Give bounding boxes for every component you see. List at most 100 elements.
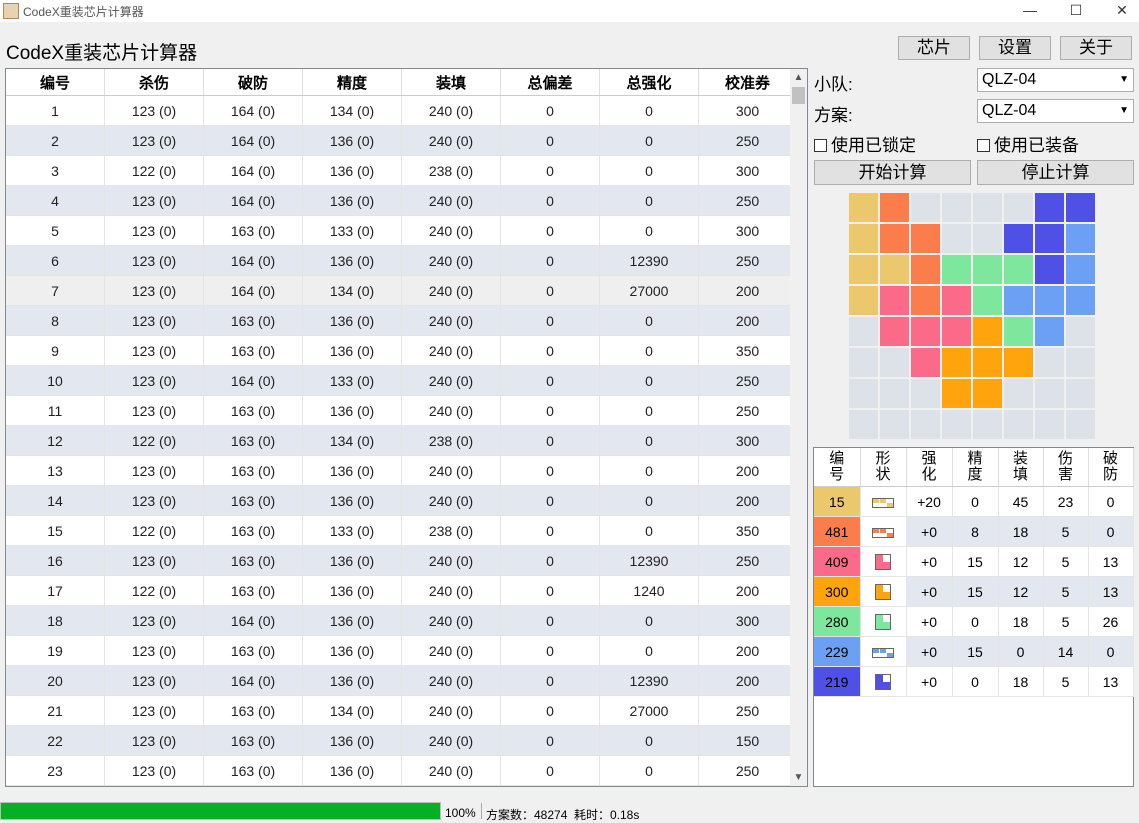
column-header[interactable]: 总偏差: [500, 69, 600, 96]
parts-column-header[interactable]: 装 填: [998, 448, 1044, 487]
table-row[interactable]: 8 123 (0) 163 (0) 136 (0) 240 (0) 0 0 200: [6, 305, 797, 336]
table-cell: 250: [698, 125, 797, 156]
use-equipped-checkbox[interactable]: 使用已装备: [977, 131, 1079, 156]
chips-button[interactable]: 芯片: [898, 36, 970, 60]
chip-precision: 0: [952, 486, 999, 517]
board-cell-filled: [1004, 348, 1033, 377]
scroll-thumb[interactable]: [792, 87, 805, 104]
table-row[interactable]: 13 123 (0) 163 (0) 136 (0) 240 (0) 0 0 200: [6, 455, 797, 486]
table-cell: 1: [6, 95, 105, 126]
table-row[interactable]: 4 123 (0) 164 (0) 136 (0) 240 (0) 0 0 250: [6, 185, 797, 216]
chip-part-row[interactable]: 300 +0 15 12 5 13: [814, 576, 1134, 607]
results-grid[interactable]: 编号 杀伤 破防 精度 装填 总偏差 总强化 校准券 1 123 (0) 164 (0) 134 (…: [5, 68, 808, 787]
table-cell: 200: [698, 575, 797, 606]
table-cell: 240 (0): [401, 575, 501, 606]
plan-select[interactable]: QLZ-04 ▼: [977, 99, 1134, 123]
column-header[interactable]: 编号: [6, 69, 105, 96]
about-button[interactable]: 关于: [1060, 36, 1132, 60]
column-header[interactable]: 杀伤: [104, 69, 204, 96]
maximize-button[interactable]: ☐: [1053, 0, 1099, 22]
table-cell: 240 (0): [401, 95, 501, 126]
table-row[interactable]: 23 123 (0) 163 (0) 136 (0) 240 (0) 0 0 250: [6, 755, 797, 786]
table-row[interactable]: 19 123 (0) 163 (0) 136 (0) 240 (0) 0 0 200: [6, 635, 797, 666]
table-row[interactable]: 11 123 (0) 163 (0) 136 (0) 240 (0) 0 0 250: [6, 395, 797, 426]
settings-button[interactable]: 设置: [979, 36, 1051, 60]
table-row[interactable]: 3 122 (0) 164 (0) 136 (0) 238 (0) 0 0 300: [6, 155, 797, 186]
table-cell: 11: [6, 395, 105, 426]
board-cell-empty: [880, 410, 909, 439]
start-calc-button[interactable]: 开始计算: [814, 160, 971, 185]
plan-select-value: QLZ-04: [982, 102, 1037, 119]
team-select-value: QLZ-04: [982, 71, 1037, 88]
table-row[interactable]: 17 122 (0) 163 (0) 136 (0) 240 (0) 0 1240 200: [6, 575, 797, 606]
board-cell-empty: [973, 410, 1002, 439]
parts-column-header[interactable]: 编 号: [814, 448, 861, 487]
parts-column-header[interactable]: 精 度: [952, 448, 999, 487]
column-header[interactable]: 总强化: [599, 69, 699, 96]
board-cell-empty: [1066, 348, 1095, 377]
scroll-up-icon[interactable]: ▲: [790, 69, 807, 86]
table-row[interactable]: 2 123 (0) 164 (0) 136 (0) 240 (0) 0 0 250: [6, 125, 797, 156]
table-cell: 0: [599, 365, 699, 396]
chip-shape-icon: [860, 576, 907, 607]
column-header[interactable]: 装填: [401, 69, 501, 96]
team-select[interactable]: QLZ-04 ▼: [977, 68, 1134, 92]
chip-id: 300: [814, 576, 861, 607]
table-cell: 163 (0): [203, 335, 303, 366]
table-cell: 163 (0): [203, 725, 303, 756]
chip-part-row[interactable]: 409 +0 15 12 5 13: [814, 546, 1134, 577]
column-header[interactable]: 破防: [203, 69, 303, 96]
table-row[interactable]: 10 123 (0) 164 (0) 133 (0) 240 (0) 0 0 250: [6, 365, 797, 396]
chip-damage: 5: [1043, 516, 1089, 547]
table-cell: 123 (0): [104, 695, 204, 726]
table-row[interactable]: 5 123 (0) 163 (0) 133 (0) 240 (0) 0 0 300: [6, 215, 797, 246]
parts-column-header[interactable]: 伤 害: [1043, 448, 1089, 487]
chip-part-row[interactable]: 280 +0 0 18 5 26: [814, 606, 1134, 637]
results-table: 编号 杀伤 破防 精度 装填 总偏差 总强化 校准券 1 123 (0) 164 (0) 134 (…: [6, 69, 797, 786]
chip-part-row[interactable]: 15 +20 0 45 23 0: [814, 486, 1134, 517]
table-row[interactable]: 16 123 (0) 163 (0) 136 (0) 240 (0) 0 12390 250: [6, 545, 797, 576]
table-row[interactable]: 15 122 (0) 163 (0) 133 (0) 238 (0) 0 0 350: [6, 515, 797, 546]
stop-calc-button[interactable]: 停止计算: [977, 160, 1134, 185]
board-cell-empty: [1035, 379, 1064, 408]
minimize-button[interactable]: —: [1007, 0, 1053, 22]
column-header[interactable]: 精度: [302, 69, 402, 96]
chip-part-row[interactable]: 219 +0 0 18 5 13: [814, 666, 1134, 697]
table-row[interactable]: 21 123 (0) 163 (0) 134 (0) 240 (0) 0 27000 250: [6, 695, 797, 726]
table-row[interactable]: 12 122 (0) 163 (0) 134 (0) 238 (0) 0 0 300: [6, 425, 797, 456]
table-cell: 134 (0): [302, 425, 402, 456]
close-button[interactable]: ✕: [1099, 0, 1139, 22]
checkbox-icon: [814, 139, 827, 153]
chip-damage: 5: [1043, 606, 1089, 637]
parts-column-header[interactable]: 破 防: [1088, 448, 1134, 487]
app-icon: [3, 3, 19, 19]
scroll-down-icon[interactable]: ▼: [790, 769, 807, 786]
table-row[interactable]: 7 123 (0) 164 (0) 134 (0) 240 (0) 0 27000 200: [6, 275, 797, 306]
table-cell: 0: [500, 635, 600, 666]
table-row[interactable]: 14 123 (0) 163 (0) 136 (0) 240 (0) 0 0 200: [6, 485, 797, 516]
parts-column-header[interactable]: 强 化: [906, 448, 953, 487]
column-header[interactable]: 校准券: [698, 69, 797, 96]
parts-column-header[interactable]: 形 状: [860, 448, 907, 487]
table-row[interactable]: 18 123 (0) 164 (0) 136 (0) 240 (0) 0 0 300: [6, 605, 797, 636]
chip-parts-list[interactable]: 编 号形 状强 化精 度装 填伤 害破 防 15 +20 0 45 23 0 481 +0 8 1…: [813, 447, 1134, 787]
table-row[interactable]: 9 123 (0) 163 (0) 136 (0) 240 (0) 0 0 350: [6, 335, 797, 366]
table-cell: 163 (0): [203, 395, 303, 426]
table-cell: 123 (0): [104, 365, 204, 396]
board-cell-filled: [911, 348, 940, 377]
table-row[interactable]: 20 123 (0) 164 (0) 136 (0) 240 (0) 0 12390 200: [6, 665, 797, 696]
table-cell: 200: [698, 275, 797, 306]
table-cell: 27000: [599, 695, 699, 726]
table-cell: 123 (0): [104, 335, 204, 366]
table-cell: 123 (0): [104, 455, 204, 486]
chip-part-row[interactable]: 481 +0 8 18 5 0: [814, 516, 1134, 547]
table-row[interactable]: 22 123 (0) 163 (0) 136 (0) 240 (0) 0 0 150: [6, 725, 797, 756]
table-row[interactable]: 1 123 (0) 164 (0) 134 (0) 240 (0) 0 0 300: [6, 95, 797, 126]
use-locked-checkbox[interactable]: 使用已锁定: [814, 131, 916, 156]
table-cell: 27000: [599, 275, 699, 306]
chip-part-row[interactable]: 229 +0 15 0 14 0: [814, 636, 1134, 667]
chip-id: 409: [814, 546, 861, 577]
table-cell: 240 (0): [401, 485, 501, 516]
table-row[interactable]: 6 123 (0) 164 (0) 136 (0) 240 (0) 0 12390 250: [6, 245, 797, 276]
results-scrollbar[interactable]: ▲ ▼: [790, 69, 807, 786]
